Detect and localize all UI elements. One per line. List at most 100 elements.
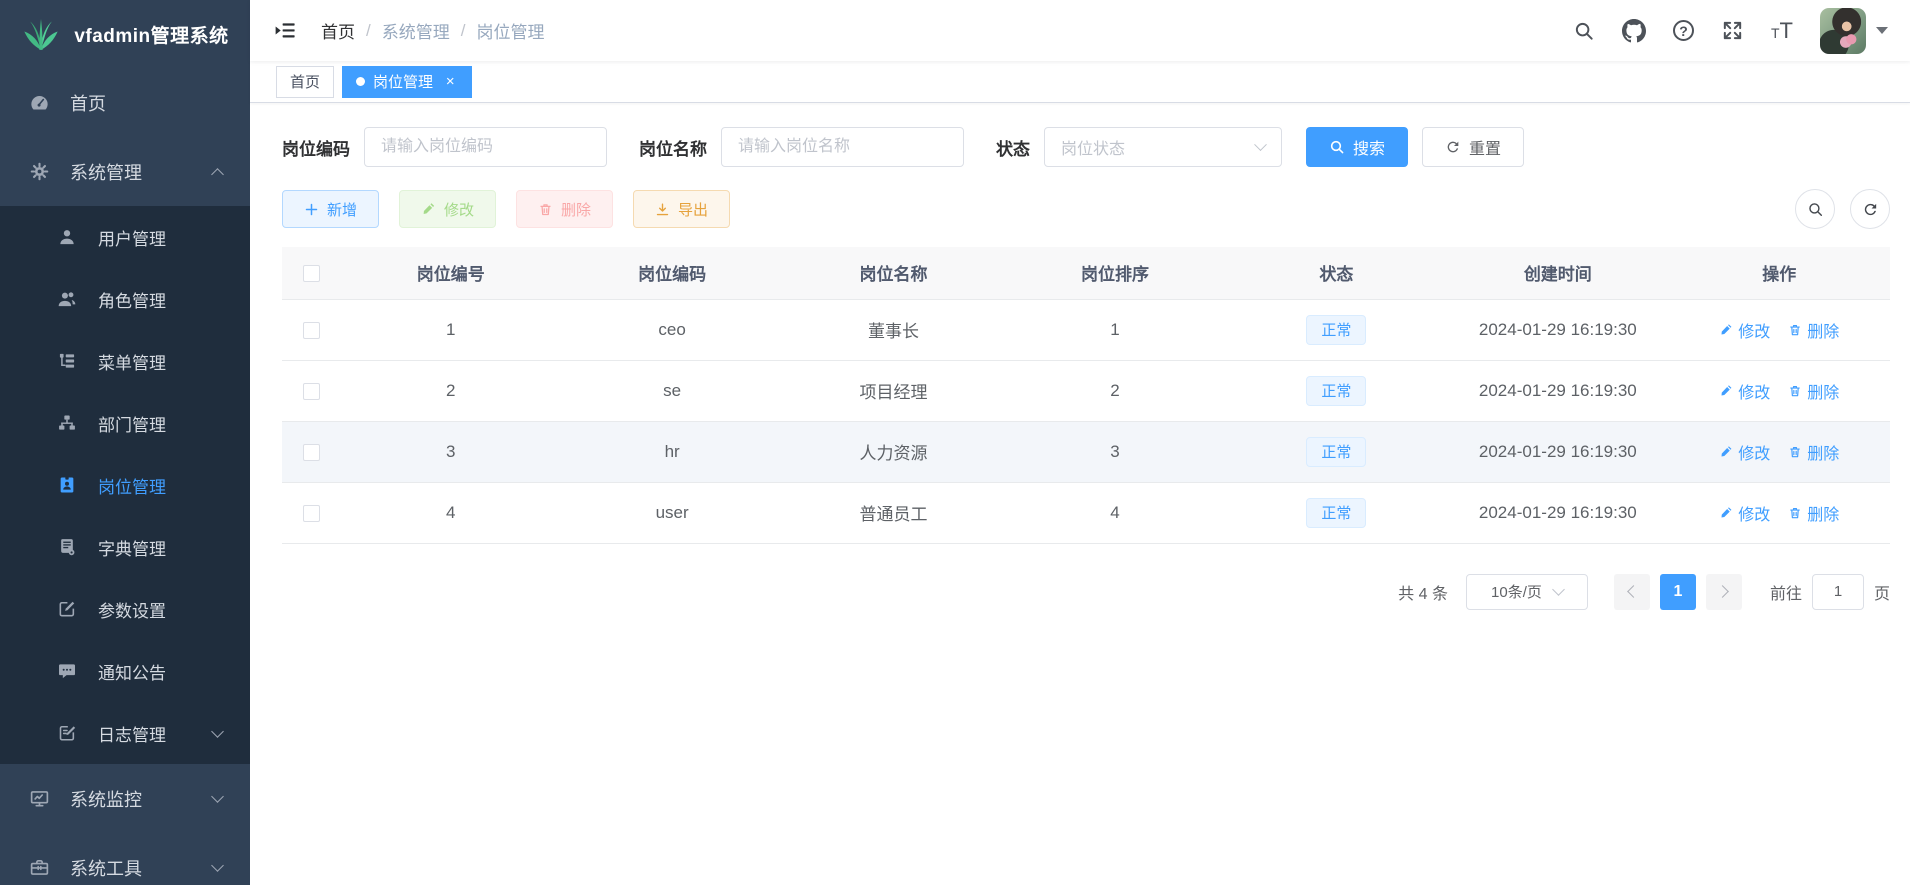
- row-delete-button[interactable]: 删除: [1788, 440, 1839, 464]
- col-created: 创建时间: [1447, 247, 1668, 299]
- sidebar-item-label: 参数设置: [98, 597, 166, 622]
- sidebar: vfadmin管理系统 首页: [0, 0, 250, 885]
- row-delete-button[interactable]: 删除: [1788, 379, 1839, 403]
- sitemap-icon: [56, 412, 78, 434]
- fullscreen-icon[interactable]: [1721, 19, 1744, 42]
- row-edit-button[interactable]: 修改: [1719, 501, 1770, 525]
- avatar[interactable]: [1820, 8, 1866, 54]
- add-button[interactable]: 新增: [282, 190, 379, 228]
- row-delete-button[interactable]: 删除: [1788, 501, 1839, 525]
- status-badge: 正常: [1306, 376, 1366, 406]
- search-icon[interactable]: [1573, 20, 1595, 42]
- status-badge: 正常: [1306, 437, 1366, 467]
- plus-icon: [304, 202, 319, 217]
- font-size-icon[interactable]: [1771, 20, 1793, 42]
- toolbar-right: [1795, 189, 1890, 229]
- dict-book-icon: [56, 536, 78, 558]
- app-root: vfadmin管理系统 首页: [0, 0, 1910, 885]
- search-button[interactable]: 搜索: [1306, 127, 1408, 167]
- row-edit-button[interactable]: 修改: [1719, 318, 1770, 342]
- pencil-icon: [1719, 384, 1733, 398]
- pencil-icon: [1719, 323, 1733, 337]
- chevron-down-icon: [211, 790, 224, 803]
- users-icon: [56, 288, 78, 310]
- sidebar-menu: 首页: [0, 68, 250, 885]
- col-status: 状态: [1226, 247, 1447, 299]
- page-size-select[interactable]: 10条/页: [1466, 574, 1588, 610]
- sidebar-item-system-monitor[interactable]: 系统监控: [0, 764, 250, 833]
- sidebar-item-menu-mgmt[interactable]: 菜单管理: [0, 330, 250, 392]
- table-body: 1 ceo 董事长 1 正常 2024-01-29 16:19:30 修改: [282, 299, 1890, 543]
- breadcrumb: 首页 / 系统管理 / 岗位管理: [321, 18, 544, 43]
- breadcrumb-post-mgmt: 岗位管理: [476, 18, 544, 43]
- menu-tree-icon: [56, 350, 78, 372]
- trash-icon: [1788, 506, 1802, 520]
- sidebar-item-label: 角色管理: [98, 287, 166, 312]
- table-toolbar: 新增 修改 删除: [282, 189, 1890, 229]
- prev-page-button[interactable]: [1614, 574, 1650, 610]
- trash-icon: [538, 202, 553, 217]
- sidebar-fold-icon[interactable]: [274, 19, 297, 42]
- cell-post-name: 普通员工: [783, 482, 1004, 543]
- sidebar-item-post-mgmt[interactable]: 岗位管理: [0, 454, 250, 516]
- post-code-input[interactable]: [364, 127, 607, 167]
- tag-home[interactable]: 首页: [276, 66, 334, 98]
- monitor-icon: [28, 788, 50, 810]
- row-checkbox[interactable]: [303, 444, 320, 461]
- pagination-total: 共 4 条: [1398, 580, 1448, 604]
- sidebar-item-system-tools[interactable]: 系统工具: [0, 833, 250, 885]
- post-name-input[interactable]: [721, 127, 964, 167]
- goto-label: 前往: [1770, 580, 1802, 604]
- cell-post-code: hr: [561, 421, 782, 482]
- sidebar-item-home[interactable]: 首页: [0, 68, 250, 137]
- row-checkbox[interactable]: [303, 383, 320, 400]
- breadcrumb-separator: /: [366, 21, 371, 41]
- sidebar-item-label: 岗位管理: [98, 473, 166, 498]
- navbar: 首页 / 系统管理 / 岗位管理: [250, 0, 1910, 61]
- reset-button[interactable]: 重置: [1422, 127, 1524, 167]
- help-icon[interactable]: [1673, 20, 1694, 41]
- goto-page-input[interactable]: [1812, 574, 1864, 610]
- page-1-button[interactable]: 1: [1660, 574, 1696, 610]
- main-area: 首页 / 系统管理 / 岗位管理: [250, 0, 1910, 885]
- pagination: 共 4 条 10条/页 1 前往 页: [282, 574, 1890, 610]
- status-select[interactable]: 岗位状态: [1044, 127, 1282, 167]
- sidebar-item-system-mgmt[interactable]: 系统管理: [0, 137, 250, 206]
- sidebar-item-log-mgmt[interactable]: 日志管理: [0, 702, 250, 764]
- refresh-icon: [1445, 139, 1461, 155]
- goto-page: 前往 页: [1770, 574, 1890, 610]
- row-delete-button[interactable]: 删除: [1788, 318, 1839, 342]
- app-logo[interactable]: vfadmin管理系统: [0, 0, 250, 68]
- row-checkbox[interactable]: [303, 505, 320, 522]
- sidebar-item-user-mgmt[interactable]: 用户管理: [0, 206, 250, 268]
- search-icon: [1807, 201, 1824, 218]
- sidebar-item-dept-mgmt[interactable]: 部门管理: [0, 392, 250, 454]
- edit-button[interactable]: 修改: [399, 190, 496, 228]
- sidebar-item-notice[interactable]: 通知公告: [0, 640, 250, 702]
- close-icon[interactable]: [442, 74, 458, 90]
- sidebar-item-dict-mgmt[interactable]: 字典管理: [0, 516, 250, 578]
- delete-button[interactable]: 删除: [516, 190, 613, 228]
- sidebar-item-label: 系统监控: [70, 786, 142, 812]
- caret-down-icon: [1876, 27, 1888, 34]
- tag-post-mgmt[interactable]: 岗位管理: [342, 66, 472, 98]
- sidebar-item-label: 字典管理: [98, 535, 166, 560]
- refresh-table-button[interactable]: [1850, 189, 1890, 229]
- github-icon[interactable]: [1622, 19, 1646, 43]
- sidebar-item-role-mgmt[interactable]: 角色管理: [0, 268, 250, 330]
- gear-icon: [28, 161, 50, 183]
- select-all-checkbox[interactable]: [303, 265, 320, 282]
- row-checkbox[interactable]: [303, 322, 320, 339]
- show-search-button[interactable]: [1795, 189, 1835, 229]
- row-edit-button[interactable]: 修改: [1719, 440, 1770, 464]
- user-menu[interactable]: [1820, 8, 1888, 54]
- cell-post-code: user: [561, 482, 782, 543]
- cell-post-name: 董事长: [783, 299, 1004, 360]
- row-edit-button[interactable]: 修改: [1719, 379, 1770, 403]
- next-page-button[interactable]: [1706, 574, 1742, 610]
- breadcrumb-home[interactable]: 首页: [321, 18, 355, 43]
- export-button[interactable]: 导出: [633, 190, 730, 228]
- sidebar-item-param-settings[interactable]: 参数设置: [0, 578, 250, 640]
- cell-post-id: 2: [340, 360, 561, 421]
- search-icon: [1329, 139, 1345, 155]
